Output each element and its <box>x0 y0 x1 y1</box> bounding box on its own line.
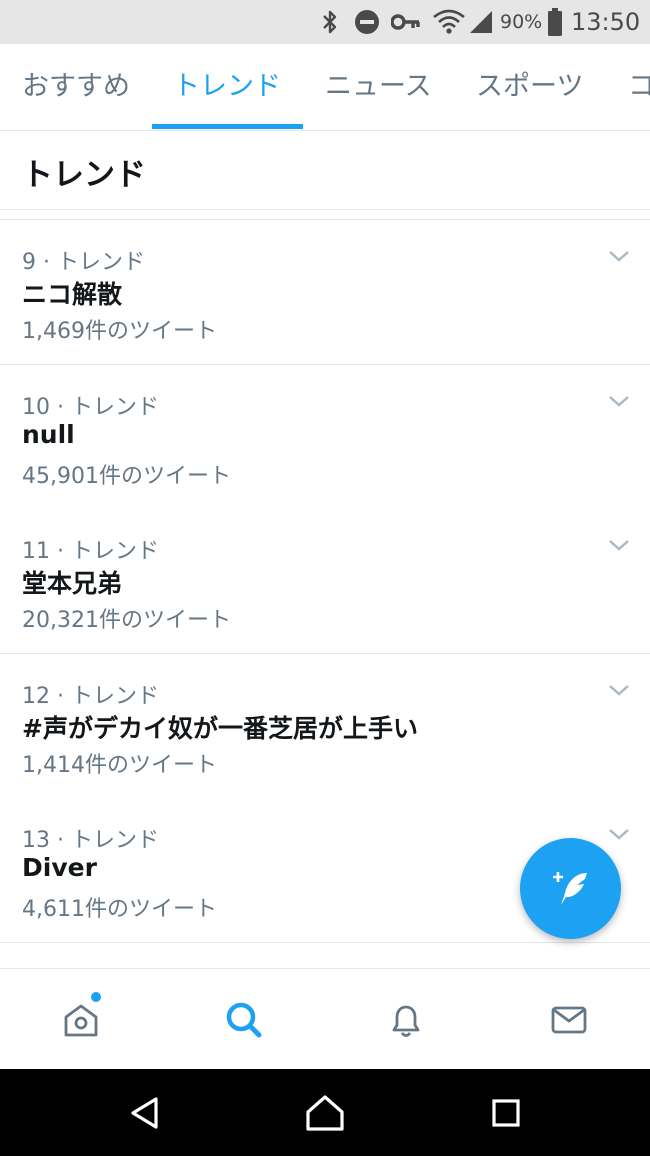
nav-messages[interactable] <box>519 969 619 1070</box>
trend-tweet-count: 1,469件のツイート <box>22 319 217 344</box>
chevron-down-icon[interactable] <box>607 393 631 409</box>
compose-tweet-button[interactable] <box>520 838 621 939</box>
trend-name: Diver <box>22 853 97 882</box>
tab-trends[interactable]: トレンド <box>173 44 281 130</box>
trend-item[interactable]: 12 · トレンド #声がデカイ奴が一番芝居が上手い 1,414件のツイート <box>0 654 650 799</box>
clock-time: 13:50 <box>571 8 641 36</box>
android-home-button[interactable] <box>285 1069 365 1156</box>
tab-news[interactable]: ニュース <box>325 44 432 130</box>
section-title: トレンド <box>22 157 146 193</box>
new-content-dot <box>91 992 101 1002</box>
explore-tab-bar: おすすめ トレンド ニュース スポーツ コ <box>0 44 650 131</box>
tab-sports[interactable]: スポーツ <box>476 44 583 130</box>
trend-name: #声がデカイ奴が一番芝居が上手い <box>22 714 418 743</box>
trend-item[interactable]: 11 · トレンド 堂本兄弟 20,321件のツイート <box>0 509 650 654</box>
trend-rank-label: 13 · トレンド <box>22 828 159 853</box>
trend-tweet-count: 4,611件のツイート <box>22 897 217 922</box>
trend-rank-label: 9 · トレンド <box>22 250 145 275</box>
trend-item[interactable]: 10 · トレンド null 45,901件のツイート <box>0 365 650 510</box>
trend-name: null <box>22 420 75 449</box>
battery-percent: 90% <box>500 11 543 33</box>
chevron-down-icon[interactable] <box>607 682 631 698</box>
do-not-disturb-icon <box>354 0 380 44</box>
vpn-key-icon <box>391 0 421 44</box>
cellular-signal-icon <box>468 0 494 44</box>
back-icon <box>131 1096 158 1129</box>
trend-name: ニコ解散 <box>22 280 123 309</box>
active-tab-indicator <box>152 124 303 129</box>
chevron-down-icon[interactable] <box>607 248 631 264</box>
trend-tweet-count: 20,321件のツイート <box>22 608 231 633</box>
nav-home[interactable] <box>31 969 131 1070</box>
trend-tweet-count: 1,414件のツイート <box>22 753 217 778</box>
android-recents-button[interactable] <box>466 1069 546 1156</box>
home-circle-icon <box>306 1094 344 1131</box>
trend-rank-label: 11 · トレンド <box>22 539 159 564</box>
status-bar: 90% 13:50 <box>0 0 650 44</box>
bluetooth-icon <box>320 0 340 44</box>
notifications-bell-icon <box>392 1005 420 1037</box>
home-icon <box>64 1004 98 1036</box>
tab-recommended[interactable]: おすすめ <box>22 44 130 130</box>
trend-item[interactable]: 9 · トレンド ニコ解散 1,469件のツイート <box>0 220 650 365</box>
chevron-down-icon[interactable] <box>607 826 631 842</box>
bottom-navigation <box>0 968 650 1070</box>
recents-square-icon <box>492 1098 520 1127</box>
android-back-button[interactable] <box>105 1069 185 1156</box>
compose-tweet-icon <box>552 871 587 905</box>
nav-search[interactable] <box>194 969 294 1070</box>
trend-rank-label: 10 · トレンド <box>22 395 159 420</box>
tab-more-partial[interactable]: コ <box>628 44 650 130</box>
messages-envelope-icon <box>551 1006 587 1033</box>
wifi-icon <box>432 0 466 44</box>
trend-tweet-count: 45,901件のツイート <box>22 464 231 489</box>
section-header: トレンド <box>0 131 650 210</box>
nav-notifications[interactable] <box>356 969 456 1070</box>
chevron-down-icon[interactable] <box>607 537 631 553</box>
battery-icon <box>547 0 563 44</box>
search-icon <box>226 1002 262 1037</box>
trend-name: 堂本兄弟 <box>22 569 123 598</box>
android-system-nav <box>0 1069 650 1156</box>
trend-rank-label: 12 · トレンド <box>22 684 159 709</box>
